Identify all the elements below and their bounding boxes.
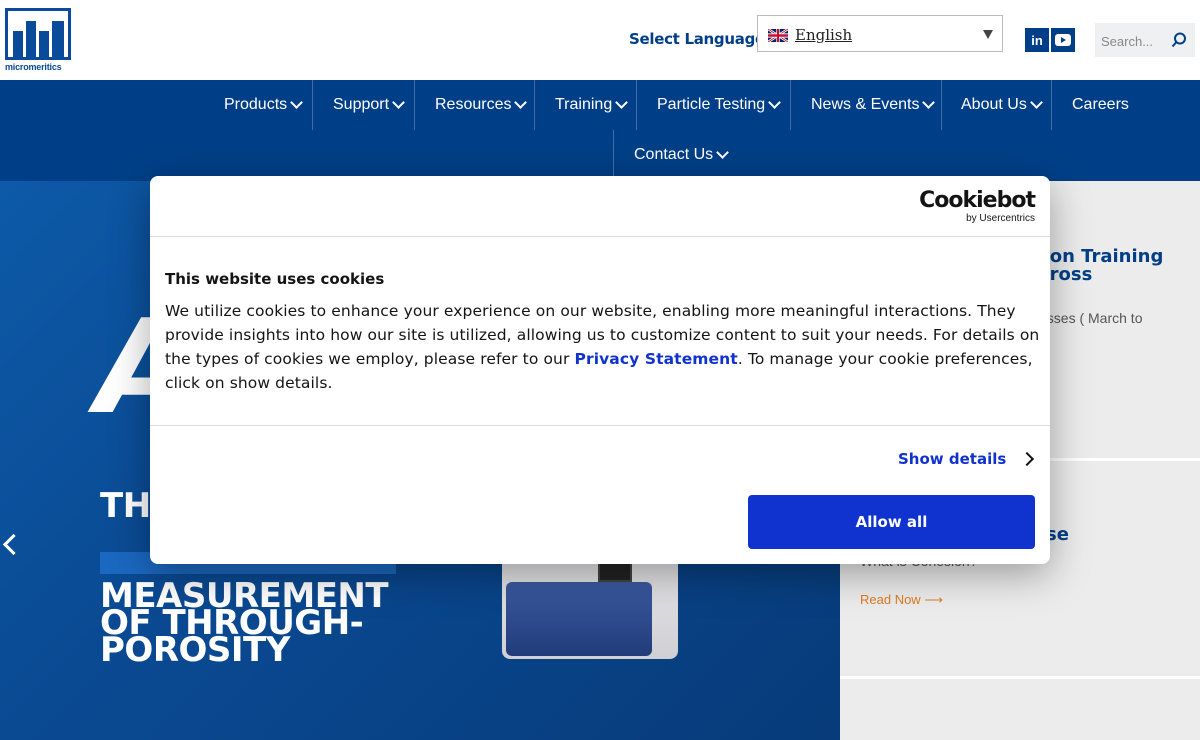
cookiebot-logo: Cookiebot by Usercentrics [919, 188, 1036, 225]
dialog-divider [150, 425, 1050, 426]
nav-label: Careers [1072, 96, 1129, 113]
brand-name: Cookiebot [919, 188, 1036, 213]
nav-item-about-us[interactable]: About Us [961, 80, 1043, 130]
card-divider [840, 676, 1200, 679]
allow-all-button[interactable]: Allow all [748, 495, 1035, 549]
chevron-down-icon [1029, 95, 1043, 109]
nav-label: Training [555, 96, 613, 113]
nav-item-support[interactable]: Support [333, 80, 405, 130]
chevron-down-icon [392, 95, 405, 109]
language-select[interactable]: English [757, 15, 1003, 52]
instrument-image [502, 556, 678, 661]
nav-item-training[interactable]: Training [555, 80, 629, 130]
search-input[interactable] [1099, 29, 1167, 53]
chevron-down-icon [290, 95, 304, 109]
chevron-down-icon [514, 95, 528, 109]
nav-item-products[interactable]: Products [224, 80, 304, 130]
dropdown-caret-icon [983, 30, 993, 39]
nav-item-contact-us[interactable]: Contact Us [634, 130, 730, 180]
nav-item-resources[interactable]: Resources [435, 80, 528, 130]
read-now-label: Read Now [860, 592, 921, 607]
nav-item-particle-testing[interactable]: Particle Testing [657, 80, 782, 130]
show-details-label: Show details [898, 450, 1007, 468]
chevron-down-icon [922, 95, 936, 109]
youtube-play-icon [1055, 34, 1071, 46]
uk-flag-icon [768, 29, 788, 42]
nav-label: Particle Testing [657, 96, 766, 113]
privacy-statement-link[interactable]: Privacy Statement [574, 350, 737, 368]
chevron-right-icon [1020, 451, 1035, 467]
nav-label: News & Events [811, 96, 920, 113]
nav-label: Contact Us [634, 146, 714, 163]
nav-label: Products [224, 96, 288, 113]
language-value: English [795, 26, 853, 44]
hero-tagline-line: POROSITY [100, 630, 290, 670]
dialog-title: This website uses cookies [165, 270, 385, 288]
search-icon[interactable] [1171, 32, 1187, 48]
nav-label: About Us [961, 96, 1027, 113]
linkedin-icon[interactable]: in [1025, 28, 1049, 52]
dialog-header: Cookiebot by Usercentrics [150, 176, 1050, 237]
search-box [1095, 23, 1195, 57]
logo-wordmark: micromeritics [5, 62, 62, 72]
nav-label: Resources [435, 96, 512, 113]
micromeritics-logo[interactable]: micromeritics [5, 8, 75, 74]
youtube-icon[interactable] [1051, 28, 1075, 52]
arrow-right-icon: ⟶ [924, 592, 943, 607]
nav-item-news-events[interactable]: News & Events [811, 80, 936, 130]
logo-mark [5, 8, 71, 60]
linkedin-label: in [1031, 32, 1043, 48]
main-nav: Products Support Resources Training Part… [0, 80, 1200, 181]
read-now-link[interactable]: Read Now ⟶ [860, 592, 943, 608]
select-language-label: Select Language [629, 30, 765, 48]
chevron-down-icon [768, 95, 782, 109]
brand-sub: by Usercentrics [966, 213, 1035, 224]
nav-label: Support [333, 96, 390, 113]
site-header: micromeritics Select Language English in [0, 0, 1200, 80]
dialog-body: We utilize cookies to enhance your exper… [165, 299, 1040, 395]
show-details-button[interactable]: Show details [898, 450, 1035, 468]
cookie-consent-dialog: Cookiebot by Usercentrics This website u… [150, 176, 1050, 564]
chevron-down-icon [615, 95, 629, 109]
nav-item-careers[interactable]: Careers [1072, 80, 1129, 130]
carousel-prev-arrow-icon[interactable] [2, 533, 25, 556]
chevron-down-icon [716, 145, 730, 159]
card-text: asses ( March to [1039, 310, 1143, 326]
